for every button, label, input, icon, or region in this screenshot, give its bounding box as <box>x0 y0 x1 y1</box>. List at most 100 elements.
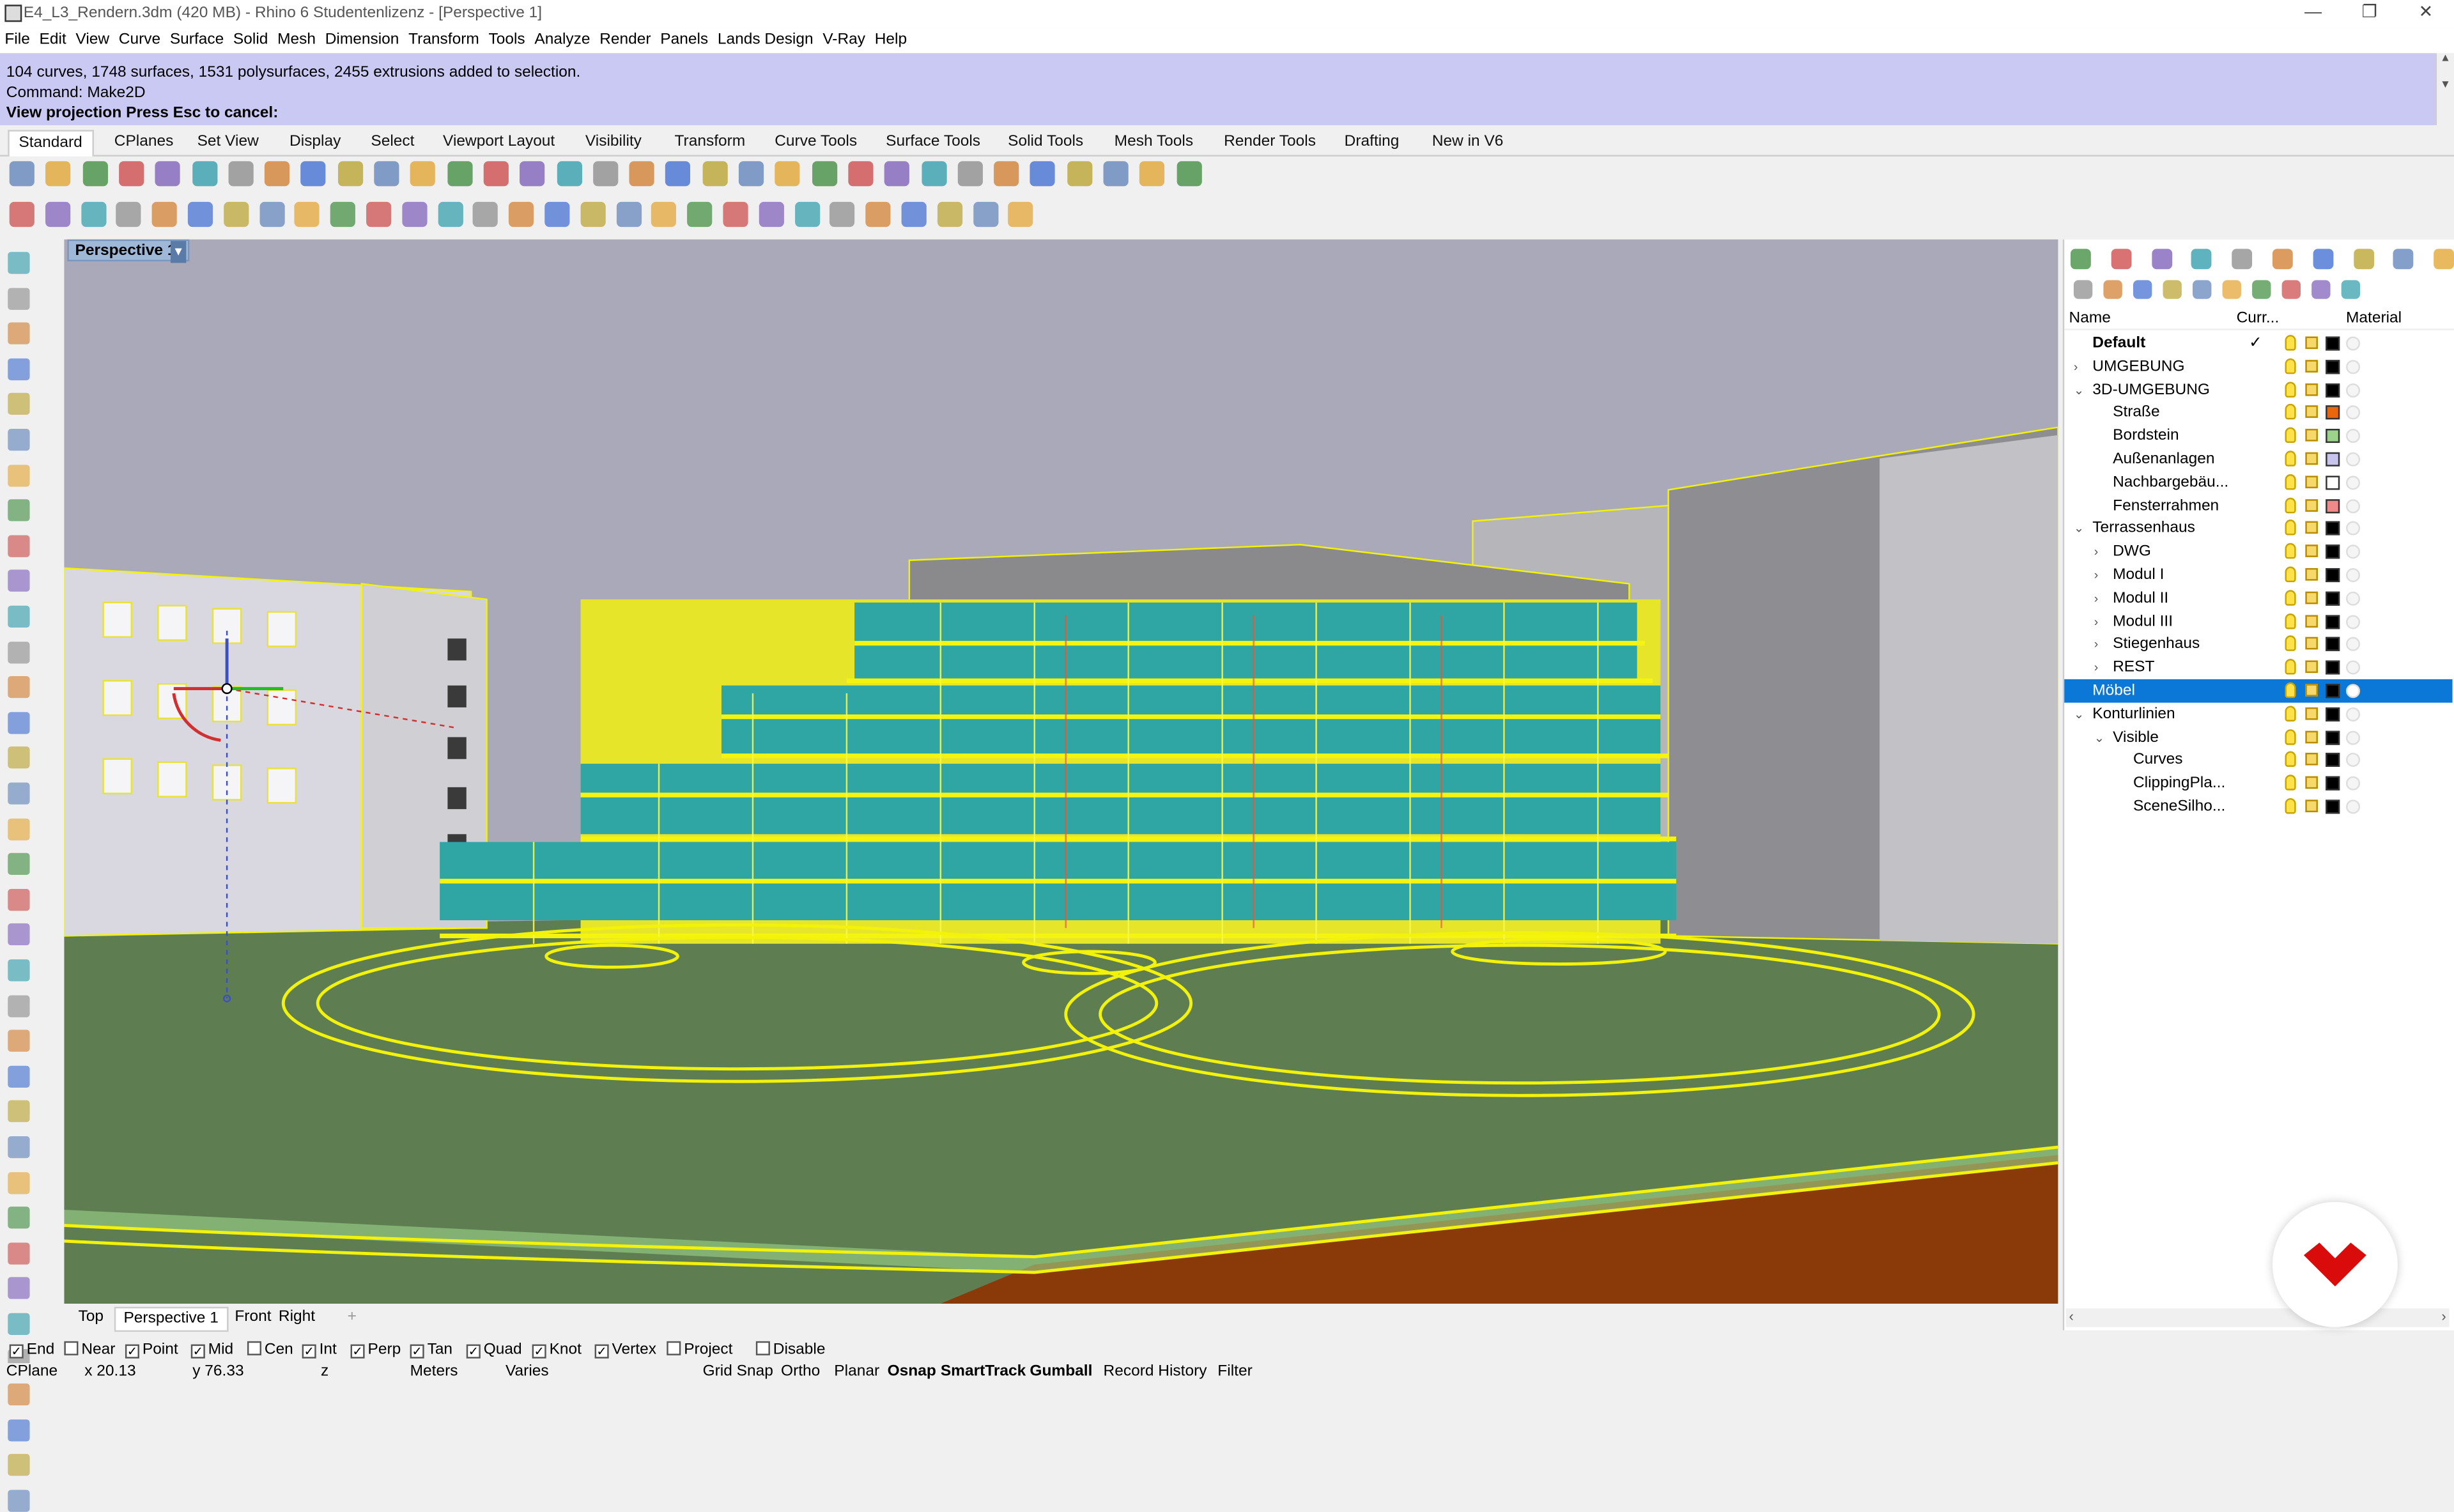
move-icon[interactable] <box>8 1207 30 1229</box>
layer-material-icon[interactable] <box>2346 544 2361 559</box>
network-icon[interactable] <box>901 201 927 228</box>
rotate-icon[interactable] <box>8 1277 30 1300</box>
lock-icon[interactable] <box>2305 660 2318 674</box>
layer-row-au-enanlagen[interactable]: Außenanlagen <box>2064 447 2452 471</box>
layer-color-swatch[interactable] <box>2326 429 2340 444</box>
stairs-icon[interactable] <box>830 201 856 228</box>
layer-color-swatch[interactable] <box>2326 684 2340 698</box>
layer-row-visible[interactable]: ⌄ Visible <box>2064 725 2452 749</box>
layer-color-swatch[interactable] <box>2326 452 2340 467</box>
cap-icon[interactable] <box>81 201 106 228</box>
expand-arrow-icon[interactable]: › <box>2094 610 2099 633</box>
layer-color-swatch[interactable] <box>2326 776 2340 791</box>
lock-icon[interactable] <box>2305 614 2318 628</box>
text-icon[interactable] <box>8 959 30 982</box>
layer-color-swatch[interactable] <box>2326 521 2340 536</box>
osnap-disable[interactable]: Disable <box>755 1339 825 1360</box>
new-file-icon[interactable] <box>9 161 35 187</box>
help-icon[interactable] <box>1176 161 1201 187</box>
layer-material-icon[interactable] <box>2346 498 2361 513</box>
layer-row-m-bel[interactable]: Möbel <box>2064 679 2453 703</box>
layer-name[interactable]: DWG <box>2113 540 2151 564</box>
osnap-tan[interactable]: ✓ Tan <box>410 1339 452 1360</box>
analyze-icon[interactable] <box>8 1384 30 1406</box>
zoom-extents-icon[interactable] <box>483 161 509 187</box>
layer-name[interactable]: Modul III <box>2113 610 2173 633</box>
lock-icon[interactable] <box>812 161 837 187</box>
solid-icon[interactable] <box>9 201 35 228</box>
layer-name[interactable]: Möbel <box>2092 679 2135 703</box>
tab-drafting[interactable]: Drafting <box>1335 130 1408 157</box>
layer-color-swatch[interactable] <box>2326 359 2340 374</box>
layer-color-swatch[interactable] <box>2326 660 2340 675</box>
pan-icon[interactable] <box>337 161 363 187</box>
osnap-cen[interactable]: Cen <box>247 1339 293 1360</box>
print-icon[interactable] <box>118 161 144 187</box>
layer-help-icon[interactable] <box>2341 280 2361 299</box>
lock-icon[interactable] <box>2305 567 2318 581</box>
sphere-solid-icon[interactable] <box>8 711 30 734</box>
open-icon[interactable] <box>45 161 71 187</box>
layer-material-icon[interactable] <box>2346 567 2361 583</box>
lock-icon[interactable] <box>2305 429 2318 442</box>
menu-transform[interactable]: Transform <box>404 28 484 53</box>
layer-left-icon[interactable] <box>8 1454 30 1477</box>
layer-material-icon[interactable] <box>2346 429 2361 444</box>
block-icon[interactable] <box>665 161 691 187</box>
expand-arrow-icon[interactable]: › <box>2094 656 2099 680</box>
ortho-toggle[interactable]: Ortho <box>781 1363 820 1380</box>
expand-arrow-icon[interactable]: › <box>2094 564 2099 587</box>
trim-icon[interactable] <box>8 1100 30 1123</box>
layer-row-rest[interactable]: › REST <box>2064 656 2452 680</box>
undo-icon[interactable] <box>301 161 327 187</box>
sphere-tool-icon[interactable] <box>45 201 70 228</box>
osnap-checkbox[interactable]: ✓ <box>410 1344 424 1359</box>
perspective-viewport[interactable] <box>64 239 2058 1304</box>
filter-toggle[interactable]: Filter <box>1217 1363 1252 1380</box>
osnap-perp[interactable]: ✓ Perp <box>350 1339 401 1360</box>
visibility-bulb-icon[interactable] <box>2285 566 2296 583</box>
boolean-solid-icon[interactable] <box>8 782 30 805</box>
array-icon[interactable] <box>8 1171 30 1194</box>
visibility-bulb-icon[interactable] <box>2285 705 2296 721</box>
camera-tab-icon[interactable] <box>2393 249 2414 270</box>
layer-material-icon[interactable] <box>2346 776 2361 791</box>
close-button[interactable]: ✕ <box>2398 0 2454 28</box>
layer-row-modul-i[interactable]: › Modul I <box>2064 564 2452 587</box>
layer-material-icon[interactable] <box>2346 521 2361 536</box>
box-icon[interactable] <box>223 201 249 228</box>
tab-set-view[interactable]: Set View <box>188 130 268 157</box>
material-icon[interactable] <box>848 161 874 187</box>
layer-material-icon[interactable] <box>2346 799 2361 814</box>
layer-color-swatch[interactable] <box>2326 567 2340 583</box>
wall-icon[interactable] <box>937 201 962 228</box>
lock-icon[interactable] <box>2305 753 2318 766</box>
polygon-icon[interactable] <box>8 535 30 557</box>
notifications-tab-icon[interactable] <box>2313 249 2333 270</box>
light-icon[interactable] <box>8 888 30 911</box>
render-tab-icon[interactable] <box>2272 249 2293 270</box>
menu-curve[interactable]: Curve <box>114 28 165 53</box>
frame-icon[interactable] <box>1008 201 1034 228</box>
color-wheel-icon[interactable] <box>884 161 910 187</box>
box-solid-icon[interactable] <box>8 676 30 698</box>
planar-surface-icon[interactable] <box>544 201 570 228</box>
shaded-icon[interactable] <box>957 161 983 187</box>
layer-row-stra-e[interactable]: Straße <box>2064 401 2452 425</box>
boolean-icon[interactable] <box>116 201 142 228</box>
plant-icon[interactable] <box>794 201 820 228</box>
expand-arrow-icon[interactable]: › <box>2094 587 2099 610</box>
select-icon[interactable] <box>8 252 30 274</box>
osnap-checkbox[interactable]: ✓ <box>302 1344 316 1359</box>
menu-v-ray[interactable]: V-Ray <box>818 28 870 53</box>
layer-row-stiegenhaus[interactable]: › Stiegenhaus <box>2064 633 2452 656</box>
smarttrack-toggle[interactable]: SmartTrack <box>941 1363 1026 1380</box>
new-sublayer-icon[interactable] <box>2103 280 2122 299</box>
layer-name[interactable]: Konturlinien <box>2092 702 2175 726</box>
osnap-mid[interactable]: ✓ Mid <box>190 1339 233 1360</box>
lock-icon[interactable] <box>2305 498 2318 511</box>
tab-render-tools[interactable]: Render Tools <box>1214 130 1325 157</box>
four-views-icon[interactable] <box>592 161 618 187</box>
osnap-checkbox[interactable]: ✓ <box>9 1344 24 1359</box>
tools-icon[interactable] <box>2281 280 2301 299</box>
